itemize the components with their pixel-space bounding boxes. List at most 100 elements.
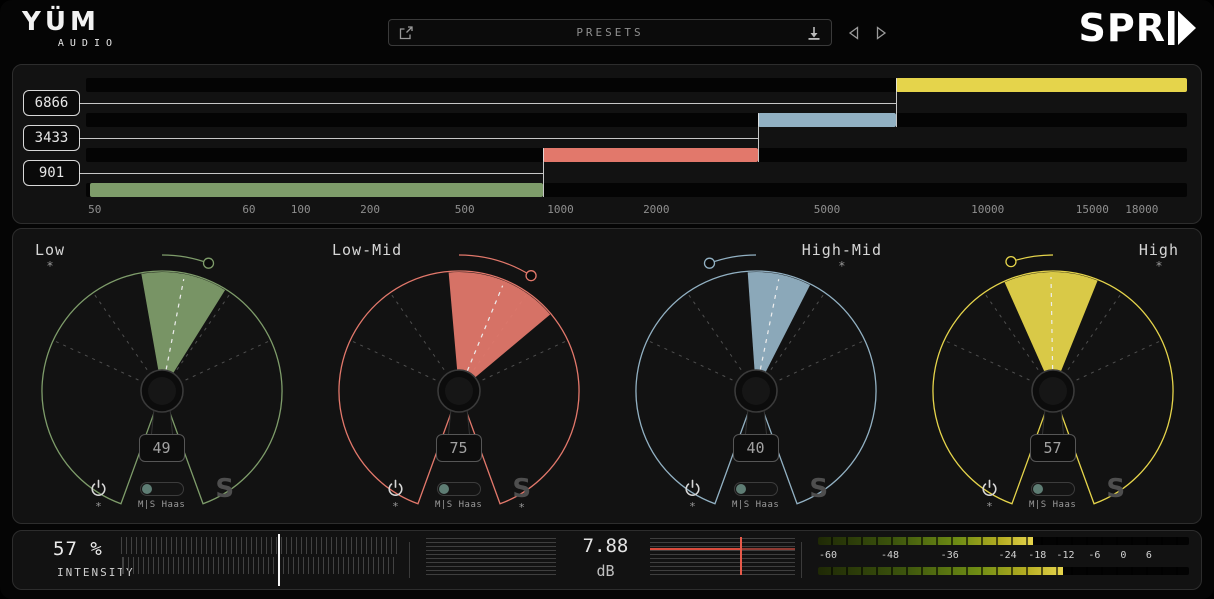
db-slider-right[interactable] bbox=[650, 537, 795, 575]
next-preset-button[interactable] bbox=[875, 25, 888, 41]
width-db-section: 7.88 dB bbox=[410, 531, 801, 589]
power-icon[interactable] bbox=[683, 479, 702, 498]
band-range-high-mid[interactable] bbox=[86, 113, 1187, 127]
preset-name[interactable]: PRESETS bbox=[422, 26, 798, 39]
freq-tick: 60 bbox=[242, 203, 255, 216]
preset-area: PRESETS bbox=[388, 19, 888, 46]
brand-name: YÜM bbox=[22, 9, 118, 35]
brand-logo: YÜM AUDIO bbox=[22, 9, 118, 49]
spread-fan[interactable] bbox=[17, 245, 307, 511]
band-ranges bbox=[86, 78, 1187, 198]
crossover-line bbox=[79, 173, 543, 174]
solo-button[interactable]: S bbox=[512, 479, 531, 499]
toggle-knob bbox=[1033, 484, 1043, 494]
spread-fan[interactable] bbox=[611, 245, 901, 511]
solo-button[interactable]: S bbox=[1106, 479, 1125, 499]
power-mark: * bbox=[95, 502, 102, 514]
band-title: Low bbox=[35, 241, 65, 259]
db-slider-handle[interactable] bbox=[740, 537, 742, 575]
toggle-knob bbox=[736, 484, 746, 494]
spread-fan[interactable] bbox=[314, 245, 604, 511]
spread-value[interactable]: 75 bbox=[436, 434, 482, 462]
ms-haas-toggle[interactable] bbox=[140, 482, 184, 496]
band-controls: * M|S Haas S bbox=[904, 479, 1201, 515]
meter-scale-label: -6 bbox=[1088, 550, 1100, 561]
power-mark: * bbox=[689, 502, 696, 514]
db-slider-red-fill bbox=[650, 548, 740, 550]
band-controls: * M|S Haas S bbox=[607, 479, 904, 515]
ms-haas-label: M|S Haas bbox=[435, 500, 482, 510]
preset-bar[interactable]: PRESETS bbox=[388, 19, 832, 46]
crossover-freq-box[interactable]: 6866 bbox=[23, 90, 80, 116]
freq-tick: 18000 bbox=[1125, 203, 1158, 216]
db-slider-left[interactable] bbox=[426, 537, 556, 575]
meter-scale-label: -12 bbox=[1056, 550, 1074, 561]
freq-tick: 50 bbox=[88, 203, 101, 216]
ms-haas-label: M|S Haas bbox=[1029, 500, 1076, 510]
header: YÜM AUDIO PRESETS bbox=[0, 0, 1214, 62]
crossover-freq-box[interactable]: 3433 bbox=[23, 125, 80, 151]
band-title-mark: * bbox=[1139, 259, 1179, 271]
meter-scale-label: 0 bbox=[1120, 550, 1126, 561]
band-title-mark: * bbox=[802, 259, 882, 271]
freq-tick: 15000 bbox=[1076, 203, 1109, 216]
sprd-logo-text: SPR bbox=[1079, 9, 1166, 47]
db-value: 7.88 bbox=[583, 535, 629, 557]
ms-haas-toggle[interactable] bbox=[734, 482, 778, 496]
band-range-fill bbox=[896, 78, 1187, 92]
solo-button[interactable]: S bbox=[215, 479, 234, 499]
spread-fan[interactable] bbox=[908, 245, 1198, 511]
freq-tick: 200 bbox=[360, 203, 380, 216]
footer-panel: 57 % INTENSITY 7.88 dB -60-48-36-24-18-1… bbox=[12, 530, 1202, 590]
intensity-section: 57 % INTENSITY bbox=[13, 531, 409, 589]
crossover-marker[interactable] bbox=[896, 78, 897, 127]
spread-value[interactable]: 49 bbox=[139, 434, 185, 462]
freq-tick: 10000 bbox=[971, 203, 1004, 216]
freq-tick: 500 bbox=[455, 203, 475, 216]
freq-tick: 100 bbox=[291, 203, 311, 216]
crossover-marker[interactable] bbox=[543, 148, 544, 197]
meter-scale-label: 6 bbox=[1146, 550, 1152, 561]
power-icon[interactable] bbox=[89, 479, 108, 498]
prev-preset-button[interactable] bbox=[847, 25, 860, 41]
power-mark: * bbox=[986, 502, 993, 514]
band-range-high[interactable] bbox=[86, 78, 1187, 92]
load-preset-icon[interactable] bbox=[806, 25, 822, 41]
level-meter-left bbox=[818, 537, 1189, 545]
band-controls: * M|S Haas S * bbox=[310, 479, 607, 515]
power-icon[interactable] bbox=[980, 479, 999, 498]
spread-value[interactable]: 57 bbox=[1030, 434, 1076, 462]
band-section-high-mid: High-Mid * 40 * M|S Haas S bbox=[607, 229, 904, 523]
band-title: High bbox=[1139, 241, 1179, 259]
crossover-marker[interactable] bbox=[758, 113, 759, 162]
ms-haas-toggle[interactable] bbox=[1031, 482, 1075, 496]
intensity-value: 57 % bbox=[53, 538, 103, 560]
meter-scale-label: -36 bbox=[941, 550, 959, 561]
band-range-low[interactable] bbox=[86, 183, 1187, 197]
power-icon[interactable] bbox=[386, 479, 405, 498]
band-range-low-mid[interactable] bbox=[86, 148, 1187, 162]
crossover-freq-box[interactable]: 901 bbox=[23, 160, 80, 186]
level-meter-section: -60-48-36-24-18-12-606 bbox=[802, 531, 1201, 589]
plugin-window: YÜM AUDIO PRESETS bbox=[0, 0, 1214, 599]
spectrum-panel: 68663433901 5060100200500100020005000100… bbox=[12, 64, 1202, 224]
intensity-slider-track bbox=[121, 557, 397, 574]
band-section-low-mid: Low-Mid 75 * M|S Haas S bbox=[310, 229, 607, 523]
db-unit: dB bbox=[596, 562, 614, 580]
level-meter-right bbox=[818, 567, 1189, 575]
spread-value[interactable]: 40 bbox=[733, 434, 779, 462]
freq-tick: 1000 bbox=[547, 203, 574, 216]
band-title-mark bbox=[332, 259, 402, 271]
ms-haas-label: M|S Haas bbox=[732, 500, 779, 510]
freq-tick: 5000 bbox=[814, 203, 841, 216]
intensity-slider[interactable] bbox=[121, 531, 397, 589]
export-preset-icon[interactable] bbox=[398, 25, 414, 41]
ms-haas-toggle[interactable] bbox=[437, 482, 481, 496]
meter-scale-label: -24 bbox=[999, 550, 1017, 561]
crossover-line bbox=[79, 103, 896, 104]
intensity-slider-handle[interactable] bbox=[278, 534, 280, 586]
band-title-mark: * bbox=[35, 259, 65, 271]
band-range-fill bbox=[90, 183, 543, 197]
solo-button[interactable]: S bbox=[809, 479, 828, 499]
intensity-slider-track bbox=[121, 537, 397, 554]
